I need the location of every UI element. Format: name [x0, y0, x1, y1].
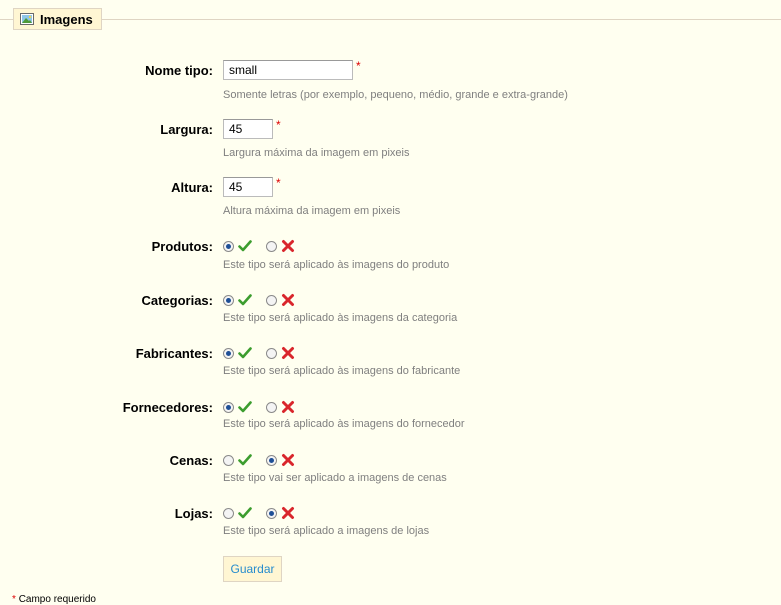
toggle-hint: Este tipo será aplicado a imagens de loj… [223, 525, 430, 537]
save-button[interactable]: Guardar [223, 556, 282, 582]
no-radio[interactable] [266, 294, 277, 306]
toggle-hint: Este tipo será aplicado às imagens do fa… [223, 365, 461, 377]
height-input[interactable] [223, 177, 273, 197]
toggle-label: Categorias: [141, 293, 213, 308]
required-marker: * [356, 59, 361, 73]
toggle-label: Fornecedores: [122, 400, 213, 415]
required-note: * Campo requerido [12, 594, 96, 605]
no-radio[interactable] [266, 401, 277, 413]
required-marker: * [276, 118, 281, 132]
toggle-label: Fabricantes: [135, 346, 213, 361]
cross-icon [281, 453, 295, 467]
form-row-toggle: Fabricantes: [0, 343, 781, 363]
toggle-hint: Este tipo será aplicado às imagens da ca… [223, 312, 458, 324]
toggle-hint: Este tipo será aplicado às imagens do fo… [223, 418, 465, 430]
no-radio[interactable] [266, 347, 277, 359]
name-hint: Somente letras (por exemplo, pequeno, mé… [223, 89, 568, 101]
toggle-label: Cenas: [169, 453, 213, 468]
check-icon [238, 293, 252, 307]
form-row-toggle: Lojas: [0, 503, 781, 523]
name-input[interactable] [223, 60, 353, 80]
form-row-toggle: Fornecedores: [0, 397, 781, 417]
no-radio[interactable] [266, 454, 277, 466]
cross-icon [281, 506, 295, 520]
form-row-toggle: Categorias: [0, 290, 781, 310]
cross-icon [281, 293, 295, 307]
no-radio[interactable] [266, 507, 277, 519]
form-row-name: Nome tipo: * [0, 59, 781, 80]
form-row-width: Largura: * [0, 118, 781, 139]
width-input[interactable] [223, 119, 273, 139]
check-icon [238, 400, 252, 414]
name-label: Nome tipo: [145, 63, 213, 78]
height-label: Altura: [171, 180, 213, 195]
yes-radio[interactable] [223, 347, 234, 359]
required-note-text: Campo requerido [18, 594, 96, 605]
fieldset-legend: Imagens [13, 8, 102, 30]
required-note-star: * [12, 594, 16, 605]
yes-radio[interactable] [223, 240, 234, 252]
no-radio[interactable] [266, 240, 277, 252]
toggle-label: Lojas: [174, 506, 213, 521]
check-icon [238, 239, 252, 253]
form-row-height: Altura: * [0, 176, 781, 197]
image-icon [20, 13, 34, 25]
form-row-toggle: Produtos: [0, 236, 781, 256]
required-marker: * [276, 176, 281, 190]
check-icon [238, 506, 252, 520]
cross-icon [281, 346, 295, 360]
check-icon [238, 453, 252, 467]
toggle-label: Produtos: [151, 239, 213, 254]
toggle-hint: Este tipo será aplicado às imagens do pr… [223, 259, 450, 271]
yes-radio[interactable] [223, 507, 234, 519]
toggle-hint: Este tipo vai ser aplicado a imagens de … [223, 472, 447, 484]
width-label: Largura: [160, 122, 213, 137]
legend-title: Imagens [40, 11, 93, 27]
height-hint: Altura máxima da imagem em pixeis [223, 205, 401, 217]
yes-radio[interactable] [223, 401, 234, 413]
check-icon [238, 346, 252, 360]
cross-icon [281, 400, 295, 414]
yes-radio[interactable] [223, 294, 234, 306]
form-row-toggle: Cenas: [0, 450, 781, 470]
cross-icon [281, 239, 295, 253]
width-hint: Largura máxima da imagem em pixeis [223, 147, 410, 159]
yes-radio[interactable] [223, 454, 234, 466]
fieldset-border [0, 19, 781, 20]
